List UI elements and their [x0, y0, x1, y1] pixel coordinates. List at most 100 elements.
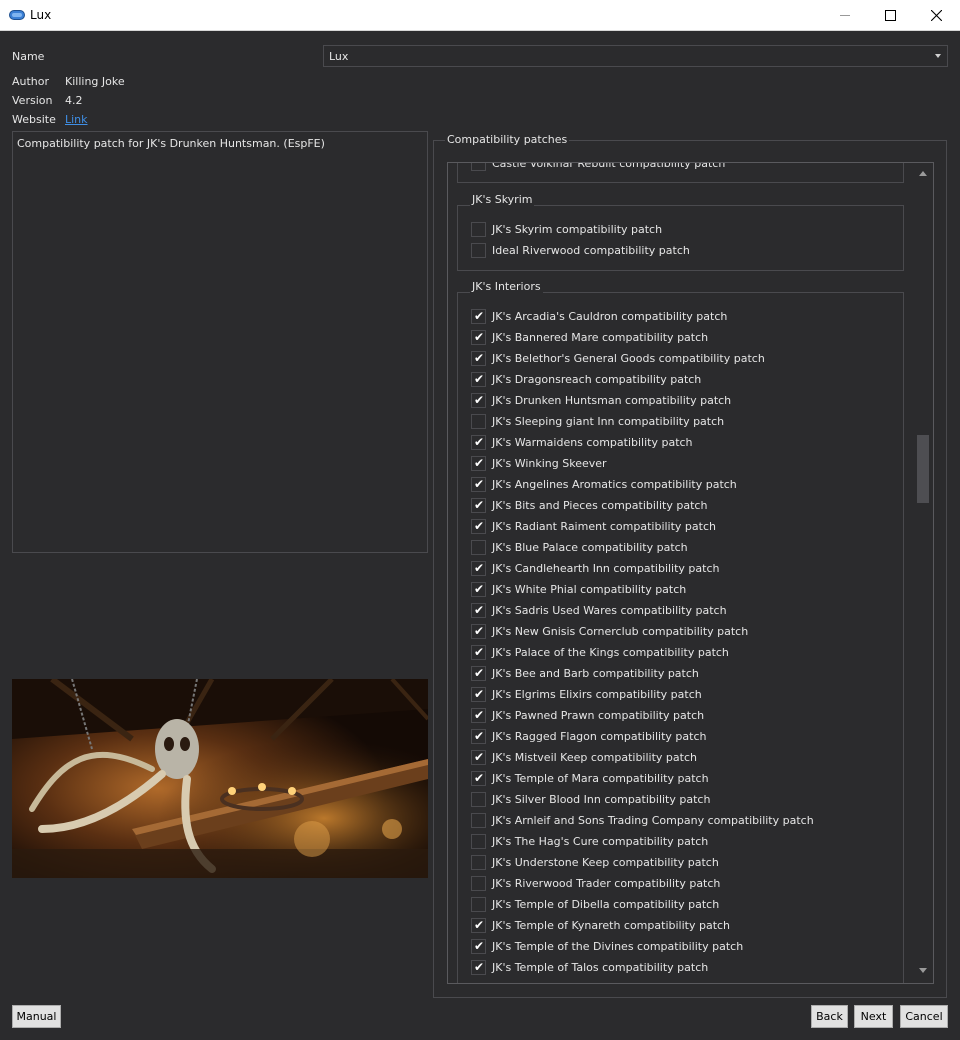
scroll-thumb[interactable] [917, 435, 929, 503]
patch-item[interactable]: ✔ JK's Palace of the Kings compatibility … [471, 642, 891, 663]
vertical-scrollbar[interactable] [914, 163, 933, 983]
checkbox-unchecked[interactable] [471, 540, 486, 555]
minimize-button[interactable] [822, 0, 868, 31]
patch-item[interactable]: JK's Understone Keep compatibility patch [471, 852, 891, 873]
checkbox-checked[interactable]: ✔ [471, 477, 486, 492]
checkmark-icon: ✔ [474, 351, 485, 365]
checkbox-checked[interactable]: ✔ [471, 939, 486, 954]
checkbox-checked[interactable]: ✔ [471, 330, 486, 345]
next-button[interactable]: Next [854, 1005, 893, 1028]
back-button[interactable]: Back [811, 1005, 848, 1028]
patch-item[interactable]: ✔ JK's Winking Skeever [471, 453, 891, 474]
patch-item[interactable]: ✔ JK's Bannered Mare compatibility patch [471, 327, 891, 348]
preview-image [12, 679, 428, 878]
checkbox-checked[interactable]: ✔ [471, 708, 486, 723]
group-title: JK's Interiors [470, 280, 543, 293]
patch-item[interactable]: Ideal Riverwood compatibility patch [471, 240, 891, 261]
checkbox-unchecked[interactable] [471, 414, 486, 429]
checkbox-checked[interactable]: ✔ [471, 561, 486, 576]
description-text: Compatibility patch for JK's Drunken Hun… [17, 137, 325, 150]
checkmark-icon: ✔ [474, 477, 485, 491]
checkbox-unchecked[interactable] [471, 222, 486, 237]
checkbox-checked[interactable]: ✔ [471, 645, 486, 660]
checkbox-checked[interactable]: ✔ [471, 687, 486, 702]
checkbox-checked[interactable]: ✔ [471, 351, 486, 366]
checkbox-unchecked[interactable] [471, 855, 486, 870]
patch-item[interactable]: JK's Temple of Dibella compatibility pat… [471, 894, 891, 915]
patch-item[interactable]: ✔ JK's Bits and Pieces compatibility patc… [471, 495, 891, 516]
patch-item[interactable]: ✔ JK's Ragged Flagon compatibility patch [471, 726, 891, 747]
checkbox-checked[interactable]: ✔ [471, 309, 486, 324]
patch-item[interactable]: ✔ JK's Dragonsreach compatibility patch [471, 369, 891, 390]
patch-item[interactable]: ✔ JK's Sadris Used Wares compatibility pa… [471, 600, 891, 621]
patch-item[interactable]: ✔ JK's Drunken Huntsman compatibility pat… [471, 390, 891, 411]
checkbox-checked[interactable]: ✔ [471, 435, 486, 450]
patches-scroll-area[interactable]: Castle Volkihar Rebuilt compatibility pa… [447, 162, 934, 984]
patch-item-partial[interactable]: Castle Volkihar Rebuilt compatibility pa… [471, 163, 891, 174]
patch-item[interactable]: ✔ JK's Arcadia's Cauldron compatibility p… [471, 306, 891, 327]
checkbox-checked[interactable]: ✔ [471, 960, 486, 975]
checkbox-unchecked[interactable] [471, 834, 486, 849]
cancel-button[interactable]: Cancel [900, 1005, 948, 1028]
patch-item[interactable]: ✔ JK's Angelines Aromatics compatibility … [471, 474, 891, 495]
scroll-down-arrow-icon[interactable] [919, 968, 927, 973]
patch-item[interactable]: ✔ JK's White Phial compatibility patch [471, 579, 891, 600]
checkbox-unchecked[interactable] [471, 243, 486, 258]
checkbox-checked[interactable]: ✔ [471, 624, 486, 639]
patch-item[interactable]: ✔ JK's New Gnisis Cornerclub compatibilit… [471, 621, 891, 642]
patch-label: JK's Ragged Flagon compatibility patch [492, 730, 707, 743]
checkbox-unchecked[interactable] [471, 792, 486, 807]
checkbox-checked[interactable]: ✔ [471, 771, 486, 786]
checkbox-unchecked[interactable] [471, 876, 486, 891]
patch-item[interactable]: ✔ JK's Mistveil Keep compatibility patch [471, 747, 891, 768]
patch-item[interactable]: JK's The Hag's Cure compatibility patch [471, 831, 891, 852]
checkbox-checked[interactable]: ✔ [471, 729, 486, 744]
patch-item[interactable]: JK's Silver Blood Inn compatibility patc… [471, 789, 891, 810]
checkbox-unchecked[interactable] [471, 813, 486, 828]
checkbox-checked[interactable]: ✔ [471, 393, 486, 408]
app-icon [9, 10, 25, 20]
checkmark-icon: ✔ [474, 435, 485, 449]
checkbox[interactable] [471, 163, 486, 171]
description-panel[interactable]: Compatibility patch for JK's Drunken Hun… [12, 131, 428, 553]
patch-item[interactable]: ✔ JK's Temple of Mara compatibility patch [471, 768, 891, 789]
patch-item[interactable]: ✔ JK's Temple of Kynareth compatibility p… [471, 915, 891, 936]
patch-item[interactable]: ✔ JK's Temple of the Divines compatibilit… [471, 936, 891, 957]
patch-item[interactable]: JK's Skyrim compatibility patch [471, 219, 891, 240]
patch-item[interactable]: ✔ JK's Bee and Barb compatibility patch [471, 663, 891, 684]
patch-item[interactable]: ✔ JK's Warmaidens compatibility patch [471, 432, 891, 453]
maximize-button[interactable] [867, 0, 913, 31]
checkbox-checked[interactable]: ✔ [471, 519, 486, 534]
website-link[interactable]: Link [65, 113, 88, 126]
patch-item[interactable]: ✔ JK's Candlehearth Inn compatibility pat… [471, 558, 891, 579]
patch-item[interactable]: JK's Arnleif and Sons Trading Company co… [471, 810, 891, 831]
patch-item[interactable]: ✔ JK's Belethor's General Goods compatibi… [471, 348, 891, 369]
checkmark-icon: ✔ [474, 960, 485, 974]
close-button[interactable] [913, 0, 959, 31]
checkmark-icon: ✔ [474, 771, 485, 785]
manual-button[interactable]: Manual [12, 1005, 61, 1028]
patch-item[interactable]: ✔ JK's Elgrims Elixirs compatibility patc… [471, 684, 891, 705]
window-title: Lux [30, 8, 52, 22]
name-dropdown[interactable]: Lux [323, 45, 948, 67]
patch-label: JK's Candlehearth Inn compatibility patc… [492, 562, 720, 575]
patch-item[interactable]: JK's Riverwood Trader compatibility patc… [471, 873, 891, 894]
patch-item[interactable]: JK's Sleeping giant Inn compatibility pa… [471, 411, 891, 432]
version-value: 4.2 [65, 94, 83, 107]
checkbox-checked[interactable]: ✔ [471, 666, 486, 681]
checkbox-checked[interactable]: ✔ [471, 456, 486, 471]
checkbox-checked[interactable]: ✔ [471, 582, 486, 597]
patch-item[interactable]: ✔ JK's Radiant Raiment compatibility patc… [471, 516, 891, 537]
patch-item[interactable]: JK's Blue Palace compatibility patch [471, 537, 891, 558]
checkmark-icon: ✔ [474, 582, 485, 596]
patch-item[interactable]: ✔ JK's Temple of Talos compatibility patc… [471, 957, 891, 978]
checkbox-checked[interactable]: ✔ [471, 372, 486, 387]
patch-item[interactable]: ✔ JK's Pawned Prawn compatibility patch [471, 705, 891, 726]
checkbox-checked[interactable]: ✔ [471, 750, 486, 765]
checkbox-checked[interactable]: ✔ [471, 918, 486, 933]
checkbox-checked[interactable]: ✔ [471, 603, 486, 618]
checkmark-icon: ✔ [474, 519, 485, 533]
checkbox-checked[interactable]: ✔ [471, 498, 486, 513]
scroll-up-arrow-icon[interactable] [919, 171, 927, 176]
checkbox-unchecked[interactable] [471, 897, 486, 912]
